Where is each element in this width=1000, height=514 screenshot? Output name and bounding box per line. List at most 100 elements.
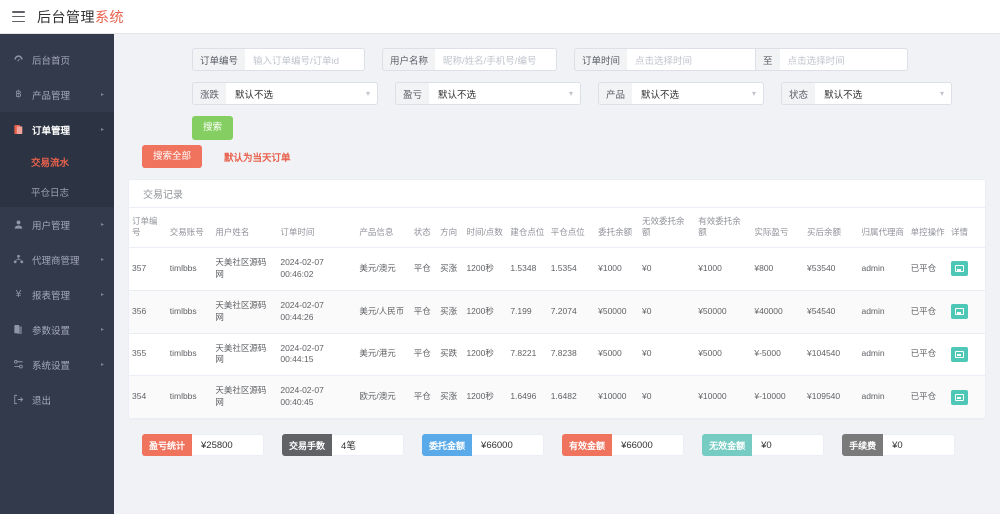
summary-entrust-amount: 委托金额 ¥66000 [422, 434, 545, 457]
search-all-button[interactable]: 搜索全部 [142, 145, 203, 168]
filter-user-name: 用户名称 昵称/姓名/手机号/编号 [382, 48, 558, 71]
cell-invalid-entrust: ¥0 [639, 290, 696, 334]
filter-profit-loss: 盈亏 默认不选 ▾ [395, 82, 582, 105]
filter-product-label: 产品 [598, 82, 633, 105]
chevron-right-icon: ▸ [100, 222, 104, 228]
sidebar-item-params[interactable]: 参数设置 ▸ [0, 312, 114, 347]
cell-status: 平仓 [410, 290, 438, 334]
order-time-end-input[interactable]: 点击选择时间 [779, 48, 908, 71]
col-detail: 详情 [948, 208, 985, 248]
summary-fee-tag: 手续费 [842, 434, 884, 457]
detail-icon[interactable] [951, 261, 968, 277]
filter-status-label: 状态 [781, 82, 816, 105]
sidebar-item-label: 用户管理 [32, 220, 71, 232]
summary-valid-amount-value: ¥66000 [612, 434, 685, 457]
filter-rise-fall: 涨跌 默认不选 ▾ [192, 82, 379, 105]
cell-detail [948, 247, 985, 291]
cell-balance-after: ¥109540 [804, 375, 859, 420]
cell-duration: 1200秒 [463, 290, 508, 334]
sidebar-subitem-label: 平仓日志 [31, 188, 70, 199]
filter-row-3: 搜索 [192, 116, 986, 140]
top-header-bar: 后台管理系统 [0, 0, 1000, 34]
chevron-down-icon: ▾ [569, 89, 574, 98]
col-close-point: 平仓点位 [547, 208, 596, 248]
filter-rise-fall-label: 涨跌 [192, 82, 227, 105]
cell-valid-entrust: ¥50000 [695, 290, 752, 334]
cell-order-no: 356 [129, 290, 167, 334]
sidebar-item-label: 后台首页 [32, 55, 71, 67]
sidebar-item-agent[interactable]: 代理商管理 ▸ [0, 242, 114, 277]
user-icon [12, 218, 25, 231]
transaction-records-card: 交易记录 订单编号 交易账号 用户姓名 订单时间 产品信息 状态 方向 时间/点… [128, 179, 986, 421]
cell-entrust-balance: ¥50000 [595, 290, 639, 334]
search-button[interactable]: 搜索 [192, 116, 234, 140]
col-duration: 时间/点数 [463, 208, 508, 248]
user-name-input[interactable]: 昵称/姓名/手机号/编号 [435, 48, 558, 71]
chevron-right-icon: ▸ [100, 127, 104, 133]
table-row[interactable]: 354 timlbbs 天美社区源码网 2024-02-07 00:40:45 … [129, 375, 985, 420]
sidebar-item-system[interactable]: 系统设置 ▸ [0, 347, 114, 382]
agent-icon [12, 253, 25, 266]
summary-invalid-amount: 无效金额 ¥0 [702, 434, 825, 457]
table-row[interactable]: 357 timlbbs 天美社区源码网 2024-02-07 00:46:02 … [129, 247, 985, 291]
sidebar-item-label: 代理商管理 [32, 255, 80, 267]
sidebar-item-product[interactable]: ฿ 产品管理 ▸ [0, 77, 114, 112]
sidebar-item-dashboard[interactable]: 后台首页 [0, 42, 114, 77]
detail-icon[interactable] [951, 304, 968, 320]
summary-profit-loss: 盈亏统计 ¥25800 [142, 434, 265, 457]
col-invalid-entrust: 无效委托余额 [639, 208, 696, 248]
sidebar-subitem-transaction-flow[interactable]: 交易流水 [0, 147, 114, 177]
summary-fee-value: ¥0 [883, 434, 956, 457]
summary-bar: 盈亏统计 ¥25800 交易手数 4笔 委托金额 ¥66000 有效金额 ¥66… [128, 434, 986, 457]
chevron-down-icon: ▾ [366, 89, 371, 98]
order-time-clock: 00:40:45 [280, 397, 314, 408]
cell-valid-entrust: ¥5000 [695, 333, 752, 377]
action-row: 搜索全部 默认为当天订单 [128, 145, 986, 168]
summary-profit-loss-tag: 盈亏统计 [142, 434, 193, 457]
detail-icon[interactable] [951, 389, 968, 405]
sidebar-item-label: 报表管理 [32, 290, 71, 302]
chevron-right-icon: ▸ [100, 92, 104, 98]
order-time-clock: 00:44:26 [280, 311, 314, 322]
default-today-hint: 默认为当天订单 [224, 152, 291, 164]
filter-order-time: 订单时间 点击选择时间 至 点击选择时间 [574, 48, 908, 71]
cell-open-point: 7.199 [507, 290, 548, 334]
col-user-name: 用户姓名 [212, 208, 278, 248]
card-title: 交易记录 [129, 180, 985, 208]
summary-trade-count: 交易手数 4笔 [282, 434, 405, 457]
sidebar-item-order[interactable]: 订单管理 ▸ [0, 112, 114, 147]
sidebar-item-report[interactable]: ¥ 报表管理 ▸ [0, 277, 114, 312]
hamburger-icon[interactable] [12, 11, 25, 22]
cell-status: 平仓 [410, 247, 438, 291]
cell-entrust-balance: ¥10000 [595, 375, 639, 420]
cell-agent: admin [858, 247, 908, 291]
status-select[interactable]: 默认不选 ▾ [815, 82, 953, 105]
cell-user-name: 天美社区源码网 [212, 375, 278, 420]
rise-fall-select[interactable]: 默认不选 ▾ [226, 82, 379, 105]
sidebar-item-logout[interactable]: 退出 [0, 382, 114, 417]
summary-invalid-amount-tag: 无效金额 [702, 434, 753, 457]
cell-actual-pl: ¥-10000 [751, 375, 805, 420]
product-select[interactable]: 默认不选 ▾ [632, 82, 765, 105]
product-select-value: 默认不选 [641, 89, 680, 101]
filter-row-2: 涨跌 默认不选 ▾ 盈亏 默认不选 ▾ 产品 默认不选 ▾ 状态 默认不选 ▾ [192, 82, 986, 105]
cell-account: timlbbs [166, 375, 213, 420]
detail-icon[interactable] [951, 346, 968, 362]
cell-detail [948, 290, 985, 334]
brand-title-accent: 系统 [95, 8, 124, 25]
order-time-date: 2024-02-07 [280, 342, 324, 353]
cell-agent: admin [858, 375, 908, 420]
profit-loss-select[interactable]: 默认不选 ▾ [429, 82, 582, 105]
cell-actual-pl: ¥800 [751, 247, 805, 291]
order-time-start-input[interactable]: 点击选择时间 [627, 48, 756, 71]
cell-control: 已平仓 [907, 247, 948, 291]
cell-direction: 买跌 [437, 333, 464, 377]
sidebar-item-user[interactable]: 用户管理 ▸ [0, 207, 114, 242]
table-row[interactable]: 355 timlbbs 天美社区源码网 2024-02-07 00:44:15 … [129, 333, 985, 377]
table-row[interactable]: 356 timlbbs 天美社区源码网 2024-02-07 00:44:26 … [129, 290, 985, 334]
cell-invalid-entrust: ¥0 [639, 333, 696, 377]
sidebar-subitem-close-log[interactable]: 平仓日志 [0, 177, 114, 207]
order-no-input[interactable]: 输入订单编号/订单id [245, 48, 366, 71]
main-content: 订单编号 输入订单编号/订单id 用户名称 昵称/姓名/手机号/编号 订单时间 … [114, 34, 1000, 514]
cell-agent: admin [858, 333, 908, 377]
